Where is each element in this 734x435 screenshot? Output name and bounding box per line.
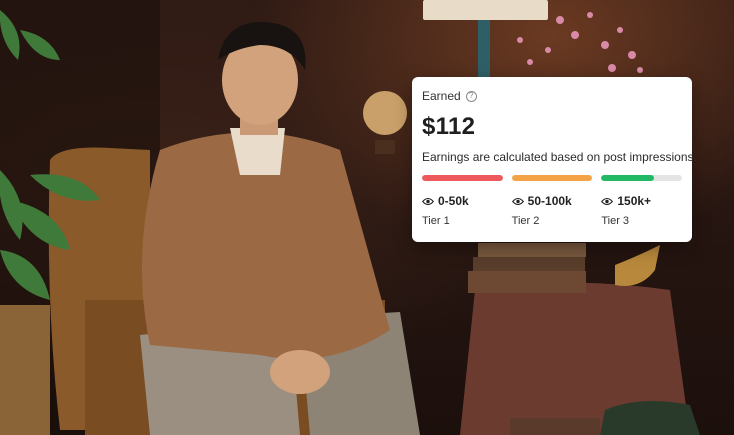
tier-1-range: 0-50k <box>422 193 503 209</box>
tier-3-progress-bar <box>601 175 683 181</box>
tier-2-progress-fill <box>511 175 593 181</box>
tier-1: 0-50k Tier 1 <box>422 175 503 227</box>
tier-1-progress-bar <box>422 175 503 181</box>
tier-2-progress-bar <box>511 175 593 181</box>
tier-1-name: Tier 1 <box>422 215 450 227</box>
card-header: Earned ? <box>422 87 682 105</box>
tier-3-name: Tier 3 <box>601 215 630 227</box>
tier-3-range-text: 150k+ <box>617 194 652 208</box>
eye-icon <box>422 197 434 205</box>
tier-2: 50-100k Tier 2 <box>511 175 593 227</box>
earnings-description: Earnings are calculated based on post im… <box>422 150 697 164</box>
tier-3: 150k+ Tier 3 <box>601 175 683 227</box>
tier-list: 0-50k Tier 1 50-100k Tier 2 150k+ Tier 3 <box>422 175 683 227</box>
tier-1-progress-fill <box>422 175 503 181</box>
tier-2-range: 50-100k <box>511 193 593 209</box>
eye-icon <box>601 197 614 205</box>
earned-amount: $112 <box>422 113 476 140</box>
earnings-card: Earned ? $112 Earnings are calculated ba… <box>412 77 697 242</box>
eye-icon <box>511 197 524 205</box>
tier-1-range-text: 0-50k <box>438 194 469 208</box>
tier-3-range: 150k+ <box>601 193 682 209</box>
earned-label: Earned <box>422 89 461 103</box>
tier-2-range-text: 50-100k <box>527 194 572 208</box>
tier-3-progress-fill <box>601 175 654 181</box>
tier-2-name: Tier 2 <box>511 215 540 227</box>
question-circle-icon[interactable]: ? <box>465 90 477 102</box>
